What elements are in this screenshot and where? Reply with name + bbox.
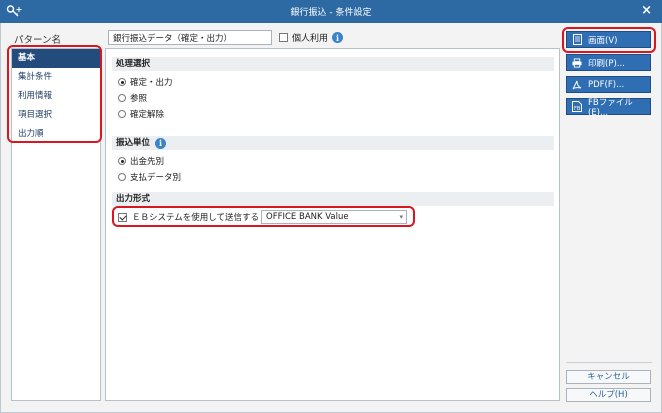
processing-section-header: 処理選択: [112, 57, 554, 71]
radio-label: 参照: [130, 94, 148, 104]
info-icon[interactable]: i: [155, 137, 167, 149]
divider: [566, 362, 652, 363]
sidebar-item-aggregation[interactable]: 集計条件: [12, 68, 100, 87]
eb-system-select[interactable]: OFFICE BANK Value ▾: [261, 210, 407, 224]
sidebar-item-fields[interactable]: 項目選択: [12, 106, 100, 125]
processing-title: 処理選択: [116, 59, 151, 69]
radio-label: 確定・出力: [130, 78, 173, 88]
pattern-name-input[interactable]: 銀行振込データ（確定・出力）: [108, 30, 272, 45]
title-bar: 銀行振込 - 条件設定 ×: [0, 0, 662, 23]
personal-use-checkbox[interactable]: 個人利用 i: [279, 31, 344, 44]
personal-use-check[interactable]: [279, 33, 288, 42]
radio-button[interactable]: [118, 157, 126, 165]
eb-system-check[interactable]: [118, 212, 127, 222]
close-icon[interactable]: ×: [641, 3, 652, 18]
radio-button[interactable]: [118, 110, 126, 118]
radio-reference[interactable]: 参照: [118, 92, 147, 104]
file-icon: FB: [572, 101, 582, 112]
fb-file-button[interactable]: FB FBファイル(E)...: [566, 97, 651, 118]
radio-label: 支払データ別: [130, 173, 182, 183]
pdf-button[interactable]: PDF(F)...: [566, 76, 651, 93]
radio-button[interactable]: [118, 78, 126, 86]
help-button[interactable]: ヘルプ(H): [566, 388, 651, 402]
eb-system-checkbox[interactable]: ＥＢシステムを使用して送信する: [118, 211, 259, 223]
pattern-name-label: パターン名: [14, 35, 62, 46]
output-format-title: 出力形式: [116, 194, 151, 204]
main-panel: 処理選択 確定・出力 参照 確定解除 振込単位 i 出金先別 支払データ別 出力…: [105, 48, 560, 401]
svg-text:FB: FB: [574, 106, 581, 112]
print-button[interactable]: 印刷(P)...: [566, 54, 651, 71]
cancel-button[interactable]: キャンセル: [566, 370, 651, 384]
sidebar-item-basic[interactable]: 基本: [12, 49, 100, 68]
radio-by-payer[interactable]: 出金先別: [118, 155, 164, 167]
sidebar: 基本 集計条件 利用情報 項目選択 出力順: [11, 48, 101, 401]
screen-button-label: 画面(V): [588, 35, 618, 46]
radio-label: 出金先別: [130, 157, 165, 167]
radio-button[interactable]: [118, 173, 126, 181]
output-format-section-header: 出力形式: [112, 192, 554, 206]
chevron-down-icon: ▾: [399, 213, 403, 221]
radio-button[interactable]: [118, 94, 126, 102]
radio-cancel-confirm[interactable]: 確定解除: [118, 108, 164, 120]
sidebar-item-usage[interactable]: 利用情報: [12, 87, 100, 106]
fb-file-button-label: FBファイル(E)...: [588, 97, 633, 118]
eb-system-select-value: OFFICE BANK Value: [266, 212, 349, 222]
print-icon: [572, 57, 582, 68]
radio-confirm-output[interactable]: 確定・出力: [118, 76, 173, 88]
window-title: 銀行振込 - 条件設定: [290, 8, 372, 18]
radio-by-payment-data[interactable]: 支払データ別: [118, 171, 181, 183]
screen-icon: [572, 34, 582, 45]
transfer-unit-title: 振込単位: [116, 138, 151, 148]
personal-use-label: 個人利用: [292, 34, 329, 44]
transfer-unit-section-header: 振込単位 i: [112, 136, 554, 150]
print-button-label: 印刷(P)...: [588, 58, 625, 69]
eb-system-label: ＥＢシステムを使用して送信する: [132, 213, 259, 223]
pdf-button-label: PDF(F)...: [588, 79, 625, 90]
sidebar-item-order[interactable]: 出力順: [12, 125, 100, 144]
pdf-icon: [572, 79, 582, 90]
info-icon[interactable]: i: [332, 32, 344, 43]
radio-label: 確定解除: [130, 110, 165, 120]
screen-button[interactable]: 画面(V): [566, 31, 651, 48]
